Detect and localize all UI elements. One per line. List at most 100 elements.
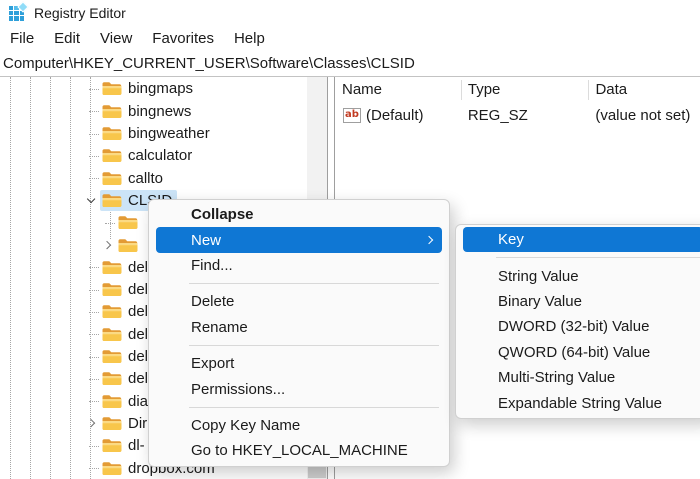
folder-icon	[118, 216, 138, 230]
tree-item-body[interactable]: del	[100, 257, 153, 278]
context-menu-item-go-to-hkey-local-machine-label: Go to HKEY_LOCAL_MACHINE	[191, 442, 408, 460]
tree-item-body[interactable]: callto	[100, 168, 168, 189]
tree-item-body[interactable]: del	[100, 324, 153, 345]
tree-connector	[82, 80, 100, 98]
tree-item-del[interactable]: del	[82, 301, 153, 323]
scrollbar-thumb[interactable]	[308, 467, 326, 478]
column-header-name[interactable]: Name	[336, 79, 462, 100]
tree-connector	[82, 125, 100, 143]
tree-item-del[interactable]: del	[82, 256, 153, 278]
tree-item-body[interactable]: bingweather	[100, 123, 215, 144]
chevron-down-icon[interactable]	[82, 191, 100, 209]
tree-item-del[interactable]: del	[82, 279, 153, 301]
tree-item-label: del	[128, 281, 149, 299]
submenu-item-qword-64-bit-value[interactable]: QWORD (64-bit) Value	[463, 340, 700, 365]
chevron-right-icon[interactable]	[82, 414, 100, 432]
tree-item-body[interactable]: calculator	[100, 145, 197, 166]
tree-connector	[82, 102, 100, 120]
tree-item-dia[interactable]: dia	[82, 390, 153, 412]
tree-connector	[82, 169, 100, 187]
tree-item-del[interactable]: del	[82, 345, 153, 367]
column-header-data[interactable]: Data	[589, 80, 700, 100]
context-menu-item-permissions-label: Permissions...	[191, 380, 286, 398]
menu-separator	[189, 344, 439, 346]
context-menu-item-export[interactable]: Export	[156, 351, 442, 376]
tree-item-calculator[interactable]: calculator	[82, 145, 197, 167]
folder-icon	[118, 238, 138, 252]
submenu-item-dword-32-bit-value[interactable]: DWORD (32-bit) Value	[463, 314, 700, 339]
tree-item-callto[interactable]: callto	[82, 167, 168, 189]
folder-icon	[102, 394, 122, 408]
context-menu-item-new[interactable]: New	[156, 227, 442, 253]
folder-icon	[102, 283, 122, 297]
tree-item-clsid-child-6[interactable]	[98, 212, 149, 234]
address-bar[interactable]: Computer\HKEY_CURRENT_USER\Software\Clas…	[0, 50, 700, 77]
submenu-item-string-value-label: String Value	[498, 267, 579, 285]
context-menu-item-delete-label: Delete	[191, 293, 235, 311]
tree-item-label: Dir	[128, 414, 148, 432]
submenu-item-binary-value-label: Binary Value	[498, 292, 582, 310]
context-menu-item-delete[interactable]: Delete	[156, 289, 442, 314]
tree-item-body[interactable]: dia	[100, 391, 153, 412]
folder-icon	[102, 149, 122, 163]
address-path: Computer\HKEY_CURRENT_USER\Software\Clas…	[3, 54, 415, 72]
context-menu-item-collapse-label: Collapse	[191, 206, 254, 224]
value-row[interactable]: ab (Default) REG_SZ (value not set)	[336, 102, 700, 128]
folder-icon	[102, 350, 122, 364]
menubar-item-view[interactable]: View	[90, 28, 142, 49]
new-submenu: Key String Value Binary Value DWORD (32-bit…	[455, 224, 700, 419]
tree-item-body[interactable]: bingmaps	[100, 78, 198, 99]
tree-item-bingnews[interactable]: bingnews	[82, 100, 196, 122]
chevron-right-icon[interactable]	[98, 236, 116, 254]
tree-item-body[interactable]: del	[100, 346, 153, 367]
tree-item-bingweather[interactable]: bingweather	[82, 122, 215, 144]
context-menu-item-copy-key-name[interactable]: Copy Key Name	[156, 413, 442, 438]
folder-icon	[102, 261, 122, 274]
context-menu-item-collapse[interactable]: Collapse	[156, 202, 442, 227]
tree-item-body[interactable]: bingnews	[100, 101, 196, 122]
tree-item-body[interactable]: del	[100, 368, 153, 389]
tree-item-body[interactable]: del	[100, 301, 153, 322]
value-name: (Default)	[366, 106, 424, 124]
submenu-item-multi-string-value-label: Multi-String Value	[498, 369, 616, 387]
tree-item-dl[interactable]: dl-	[82, 435, 150, 457]
tree-item-body[interactable]: del	[100, 279, 153, 300]
context-menu-item-find-label: Find...	[191, 256, 233, 274]
menubar-item-edit[interactable]: Edit	[44, 28, 90, 49]
menu-separator	[496, 257, 700, 259]
menubar-item-favorites[interactable]: Favorites	[142, 28, 224, 49]
submenu-item-key[interactable]: Key	[463, 227, 700, 253]
tree-connector	[82, 281, 100, 299]
value-type-cell: REG_SZ	[467, 106, 528, 124]
menu-separator	[189, 283, 439, 285]
menubar-item-help[interactable]: Help	[224, 28, 275, 49]
submenu-item-expandable-string-value[interactable]: Expandable String Value	[463, 390, 700, 415]
tree-connector	[82, 348, 100, 366]
folder-icon	[102, 194, 122, 207]
tree-item-body[interactable]	[116, 236, 149, 255]
tree-item-del[interactable]: del	[82, 323, 153, 345]
context-menu-item-rename[interactable]: Rename	[156, 315, 442, 340]
tree-item-body[interactable]: Dir	[100, 413, 152, 434]
submenu-item-binary-value[interactable]: Binary Value	[463, 289, 700, 314]
submenu-item-string-value[interactable]: String Value	[463, 263, 700, 288]
submenu-item-qword-64-bit-value-label: QWORD (64-bit) Value	[498, 343, 651, 361]
folder-icon	[102, 82, 122, 96]
tree-item-clsid-child-7[interactable]	[98, 234, 149, 256]
column-header-type[interactable]: Type	[462, 79, 590, 100]
tree-item-del[interactable]: del	[82, 368, 153, 390]
context-menu-item-permissions[interactable]: Permissions...	[156, 376, 442, 401]
tree-indent-guide	[30, 77, 31, 479]
menubar-item-file[interactable]: File	[0, 28, 44, 49]
context-menu-item-find[interactable]: Find...	[156, 253, 442, 278]
value-data-cell: (value not set)	[595, 106, 691, 124]
menu-bar: File Edit View Favorites Help	[0, 26, 700, 50]
tree-item-bingmaps[interactable]: bingmaps	[82, 78, 198, 100]
tree-item-body[interactable]: dl-	[100, 435, 150, 456]
context-menu-item-go-to-hkey-local-machine[interactable]: Go to HKEY_LOCAL_MACHINE	[156, 438, 442, 463]
tree-item-body[interactable]	[116, 213, 149, 232]
tree-item-dir[interactable]: Dir	[82, 412, 152, 434]
tree-connector	[98, 214, 116, 232]
submenu-item-multi-string-value[interactable]: Multi-String Value	[463, 365, 700, 390]
folder-icon	[102, 461, 122, 475]
